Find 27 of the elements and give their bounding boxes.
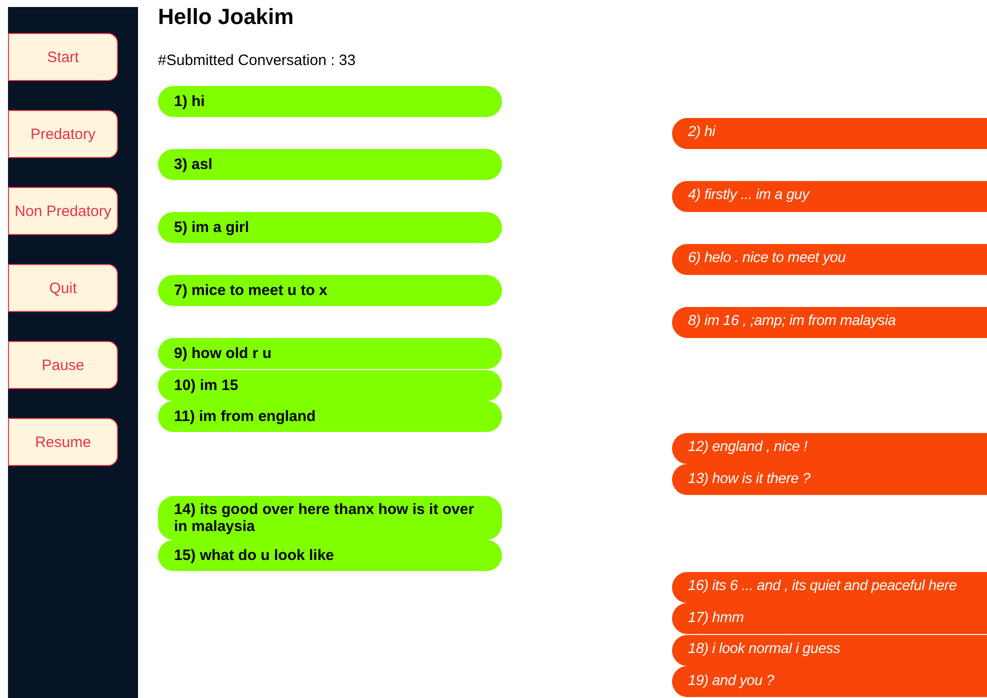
sidebar-button[interactable]: Non Predatory xyxy=(8,187,118,235)
chat-bubble: 1) hi xyxy=(158,86,502,117)
chat-bubble: 19) and you ? xyxy=(672,666,987,697)
chat-bubble: 15) what do u look like xyxy=(158,540,502,571)
chat-bubble: 8) im 16 , ;amp; im from malaysia xyxy=(672,306,987,338)
chat-bubble: 11) im from england xyxy=(158,401,502,432)
chat-bubble: 9) how old r u xyxy=(158,338,502,369)
chat-bubble: 4) firstly ... im a guy xyxy=(672,180,987,212)
chat-bubble: 5) im a girl xyxy=(158,212,502,243)
chat-bubble: 6) helo . nice to meet you xyxy=(672,244,987,274)
chat-bubble: 14) its good over here thanx how is it over in malaysia xyxy=(158,496,502,540)
chat-bubble: 13) how is it there ? xyxy=(672,464,987,495)
sidebar-button[interactable]: Predatory xyxy=(8,110,118,158)
chat-bubble: 12) england , nice ! xyxy=(672,432,987,464)
chat-bubble: 7) mice to meet u to x xyxy=(158,275,502,306)
sidebar-button[interactable]: Start xyxy=(8,33,118,81)
submitted-count: #Submitted Conversation : 33 xyxy=(158,52,356,70)
chat-bubble: 2) hi xyxy=(672,118,987,148)
chat-bubble: 10) im 15 xyxy=(158,370,502,400)
chat-bubble: 18) i look normal i guess xyxy=(672,634,987,666)
sidebar-button[interactable]: Resume xyxy=(8,418,118,466)
greeting-title: Hello Joakim xyxy=(158,4,294,30)
sidebar-button[interactable]: Pause xyxy=(8,341,118,389)
chat-bubble: 3) asl xyxy=(158,149,502,180)
sidebar-button[interactable]: Quit xyxy=(8,264,118,312)
chat-bubble: 17) hmm xyxy=(672,603,987,634)
chat-bubble: 16) its 6 ... and , its quiet and peaceful here xyxy=(672,572,987,602)
